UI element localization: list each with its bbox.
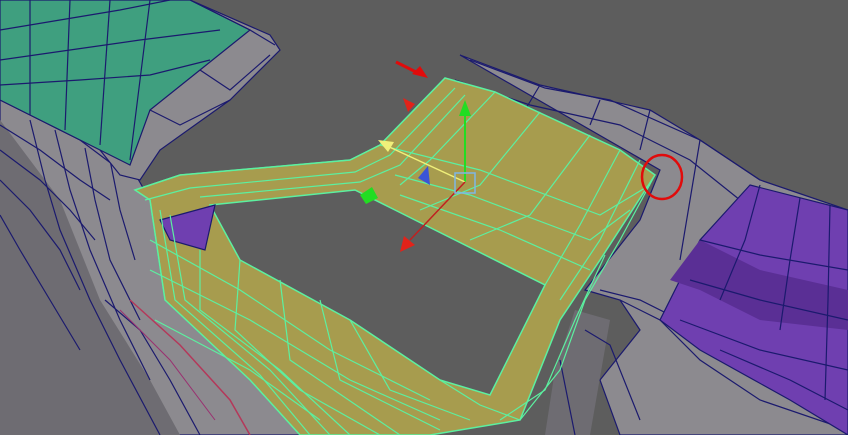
scene-svg xyxy=(0,0,848,435)
3d-viewport[interactable] xyxy=(0,0,848,435)
